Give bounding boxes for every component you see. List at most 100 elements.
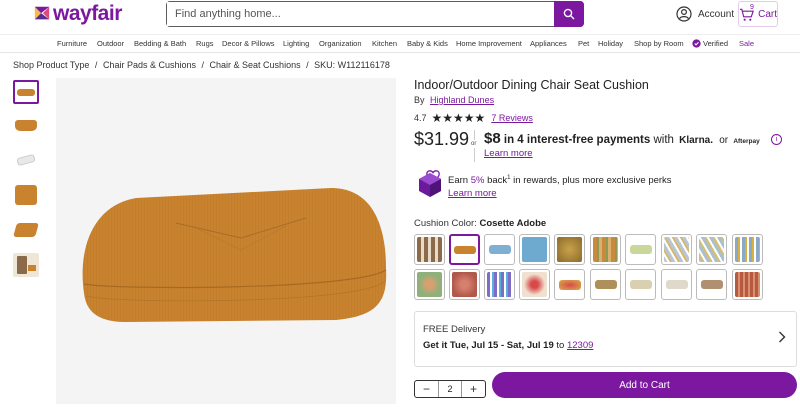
- color-swatch[interactable]: [696, 269, 727, 300]
- installment-text: in 4 interest-free payments: [503, 134, 651, 146]
- reward-rest: in rewards, plus more exclusive perks: [513, 175, 672, 187]
- cart-button[interactable]: 9 Cart: [738, 1, 778, 27]
- star-rating-icon: ★★★★★: [431, 111, 486, 125]
- color-label: Cushion Color: Cosette Adobe: [414, 218, 546, 229]
- sku-label: SKU: W112116178: [314, 60, 390, 70]
- klarna-logo: Klarna.: [679, 135, 714, 146]
- logo-mark-icon: [34, 6, 50, 20]
- color-swatch[interactable]: [625, 234, 656, 265]
- breadcrumb-separator: /: [94, 60, 98, 70]
- rewards-learn-more-link[interactable]: Learn more: [448, 188, 497, 199]
- nav-item-furniture[interactable]: Furniture: [57, 39, 87, 48]
- nav-item-decor-pillows[interactable]: Decor & Pillows: [222, 39, 275, 48]
- delivery-box[interactable]: FREE Delivery Get it Tue, Jul 15 - Sat, …: [414, 311, 797, 367]
- color-swatch[interactable]: [590, 269, 621, 300]
- free-delivery-label: FREE Delivery: [423, 324, 486, 335]
- nav-item-organization[interactable]: Organization: [319, 39, 362, 48]
- color-swatch[interactable]: [519, 234, 550, 265]
- search-input[interactable]: [167, 2, 554, 26]
- thumbnail-5[interactable]: [13, 218, 39, 242]
- account-icon: [676, 6, 692, 22]
- color-swatch[interactable]: [661, 269, 692, 300]
- breadcrumb-item[interactable]: Chair & Seat Cushions: [210, 60, 301, 70]
- color-swatch[interactable]: [590, 234, 621, 265]
- wayfair-logo[interactable]: wayfair: [33, 2, 122, 26]
- rating-row: 4.7 ★★★★★ 7 Reviews: [414, 111, 533, 125]
- thumbnail-3[interactable]: [13, 148, 39, 172]
- account-button[interactable]: Account: [676, 6, 734, 22]
- color-swatch[interactable]: [554, 269, 585, 300]
- info-icon[interactable]: i: [770, 134, 782, 146]
- nav-item-pet[interactable]: Pet: [578, 39, 589, 48]
- color-swatch[interactable]: [449, 269, 480, 300]
- logo-text: wayfair: [53, 2, 122, 25]
- byline: By Highland Dunes: [414, 95, 494, 105]
- breadcrumb-item[interactable]: Shop Product Type: [13, 60, 89, 70]
- delivery-to: to: [556, 340, 565, 351]
- nav-item-home-improvement[interactable]: Home Improvement: [456, 39, 522, 48]
- nav-item-lighting[interactable]: Lighting: [283, 39, 309, 48]
- nav-item-holiday[interactable]: Holiday: [598, 39, 623, 48]
- thumbnail-4[interactable]: [13, 183, 39, 207]
- color-label-text: Cushion Color:: [414, 218, 477, 229]
- zip-code-link[interactable]: 12309: [567, 340, 593, 351]
- delivery-date-text: Get it Tue, Jul 15 - Sat, Jul 19: [423, 340, 554, 351]
- nav-item-kitchen[interactable]: Kitchen: [372, 39, 397, 48]
- color-swatch[interactable]: [484, 234, 515, 265]
- increase-quantity-button[interactable]: +: [462, 381, 485, 397]
- color-swatch[interactable]: [414, 269, 445, 300]
- nav-item-baby-kids[interactable]: Baby & Kids: [407, 39, 448, 48]
- installment-with: with: [653, 134, 674, 146]
- nav-item-outdoor[interactable]: Outdoor: [97, 39, 124, 48]
- color-swatch[interactable]: [732, 269, 763, 300]
- color-swatch[interactable]: [484, 269, 515, 300]
- or-small: or: [719, 135, 729, 146]
- nav-item-shop-by-room[interactable]: Shop by Room: [634, 39, 684, 48]
- chevron-right-icon: [779, 331, 786, 343]
- cart-label: Cart: [758, 8, 777, 20]
- cushion-image: [82, 188, 387, 322]
- thumbnail-6[interactable]: [13, 253, 39, 277]
- account-label: Account: [698, 8, 735, 20]
- product-price: $31.99: [414, 129, 470, 149]
- thumbnail-1[interactable]: [13, 80, 39, 104]
- color-swatch[interactable]: [414, 234, 445, 265]
- product-main-image[interactable]: [56, 78, 447, 404]
- nav-item-rugs[interactable]: Rugs: [196, 39, 214, 48]
- product-title: Indoor/Outdoor Dining Chair Seat Cushion: [414, 78, 649, 92]
- decrease-quantity-button[interactable]: −: [415, 381, 438, 397]
- cart-count-badge: 9: [750, 4, 754, 11]
- reward-earn: Earn: [448, 175, 469, 187]
- color-swatch[interactable]: [625, 269, 656, 300]
- reward-percent: 5%: [470, 175, 485, 187]
- nav-item-bedding-bath[interactable]: Bedding & Bath: [134, 39, 186, 48]
- category-nav: Furniture Outdoor Bedding & Bath Rugs De…: [0, 34, 800, 53]
- color-swatch[interactable]: [554, 234, 585, 265]
- learn-more-link[interactable]: Learn more: [484, 148, 533, 159]
- thumbnail-2[interactable]: [13, 113, 39, 137]
- rewards-info: Earn 5% back1 in rewards, plus more excl…: [448, 175, 672, 186]
- breadcrumb: Shop Product Type / Chair Pads & Cushion…: [13, 60, 393, 70]
- color-swatch-selected[interactable]: [449, 234, 480, 265]
- quantity-value[interactable]: 2: [438, 381, 462, 397]
- nav-verified-label: Verified: [703, 39, 729, 48]
- color-swatch[interactable]: [732, 234, 763, 265]
- installment-info: $8 in 4 interest-free payments with Klar…: [484, 130, 782, 147]
- or-label: or: [471, 140, 477, 148]
- color-swatch[interactable]: [661, 234, 692, 265]
- add-to-cart-button[interactable]: Add to Cart: [492, 372, 797, 398]
- installment-amount: $8: [484, 130, 501, 147]
- nav-item-verified[interactable]: Verified: [692, 39, 728, 48]
- color-swatch[interactable]: [519, 269, 550, 300]
- nav-item-sale[interactable]: Sale: [739, 39, 754, 48]
- breadcrumb-item[interactable]: Chair Pads & Cushions: [103, 60, 196, 70]
- search-button[interactable]: [554, 1, 584, 27]
- color-swatch[interactable]: [696, 234, 727, 265]
- nav-item-appliances[interactable]: Appliances: [530, 39, 567, 48]
- top-bar: wayfair Account 9 Cart: [0, 0, 800, 34]
- brand-link[interactable]: Highland Dunes: [430, 95, 494, 105]
- color-value: Cosette Adobe: [479, 218, 547, 229]
- reviews-link[interactable]: 7 Reviews: [491, 113, 533, 123]
- search-bar: [166, 1, 584, 27]
- rating-value: 4.7: [414, 113, 427, 123]
